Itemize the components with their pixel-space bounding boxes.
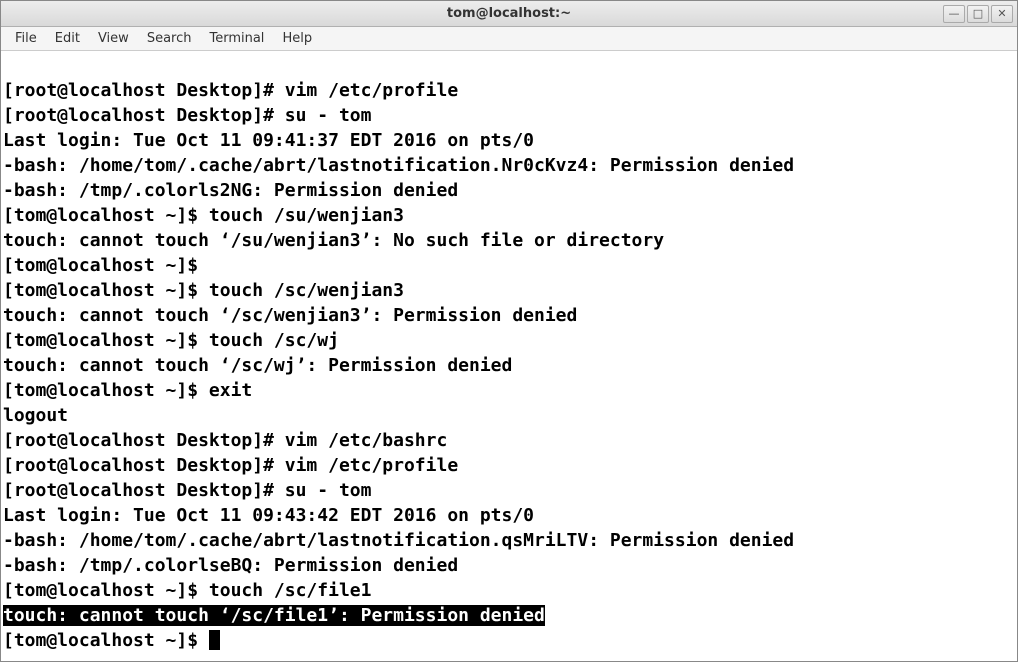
maximize-button[interactable]: □ <box>967 5 989 23</box>
menu-search[interactable]: Search <box>139 29 200 48</box>
terminal-line: [tom@localhost ~]$ <box>3 255 209 276</box>
window-controls: — □ ✕ <box>943 5 1013 23</box>
terminal-line-highlighted: touch: cannot touch ‘/sc/file1’: Permiss… <box>3 605 545 626</box>
terminal-line: touch: cannot touch ‘/sc/wenjian3’: Perm… <box>3 305 577 326</box>
menu-view[interactable]: View <box>90 29 137 48</box>
close-button[interactable]: ✕ <box>991 5 1013 23</box>
menu-edit[interactable]: Edit <box>47 29 88 48</box>
terminal-line: [tom@localhost ~]$ touch /sc/wj <box>3 330 339 351</box>
terminal-line: [root@localhost Desktop]# vim /etc/bashr… <box>3 430 447 451</box>
menu-terminal[interactable]: Terminal <box>201 29 272 48</box>
terminal-line: -bash: /home/tom/.cache/abrt/lastnotific… <box>3 155 794 176</box>
terminal-line: touch: cannot touch ‘/su/wenjian3’: No s… <box>3 230 664 251</box>
terminal-line: [tom@localhost ~]$ touch /sc/wenjian3 <box>3 280 404 301</box>
terminal-line: [tom@localhost ~]$ exit <box>3 380 252 401</box>
terminal-line: Last login: Tue Oct 11 09:43:42 EDT 2016… <box>3 505 534 526</box>
terminal-line: Last login: Tue Oct 11 09:41:37 EDT 2016… <box>3 130 534 151</box>
window-title: tom@localhost:~ <box>1 6 1017 21</box>
maximize-icon: □ <box>973 7 983 20</box>
terminal-line: [root@localhost Desktop]# su - tom <box>3 105 371 126</box>
terminal-line: touch: cannot touch ‘/sc/wj’: Permission… <box>3 355 512 376</box>
menu-file[interactable]: File <box>7 29 45 48</box>
menu-help[interactable]: Help <box>274 29 320 48</box>
terminal-line: [tom@localhost ~]$ touch /su/wenjian3 <box>3 205 404 226</box>
terminal-line: [root@localhost Desktop]# vim /etc/profi… <box>3 455 458 476</box>
titlebar: tom@localhost:~ — □ ✕ <box>1 1 1017 27</box>
close-icon: ✕ <box>997 7 1006 20</box>
terminal-area[interactable]: [root@localhost Desktop]# vim /etc/profi… <box>1 51 1017 661</box>
minimize-icon: — <box>949 7 960 20</box>
terminal-line: -bash: /home/tom/.cache/abrt/lastnotific… <box>3 530 794 551</box>
cursor <box>209 630 220 650</box>
minimize-button[interactable]: — <box>943 5 965 23</box>
terminal-prompt: [tom@localhost ~]$ <box>3 630 209 651</box>
terminal-line: -bash: /tmp/.colorls2NG: Permission deni… <box>3 180 458 201</box>
terminal-line: [root@localhost Desktop]# su - tom <box>3 480 371 501</box>
terminal-line: [root@localhost Desktop]# vim /etc/profi… <box>3 80 458 101</box>
terminal-line: [tom@localhost ~]$ touch /sc/file1 <box>3 580 371 601</box>
terminal-line: logout <box>3 405 68 426</box>
terminal-line: -bash: /tmp/.colorlseBQ: Permission deni… <box>3 555 458 576</box>
menubar: File Edit View Search Terminal Help <box>1 27 1017 51</box>
